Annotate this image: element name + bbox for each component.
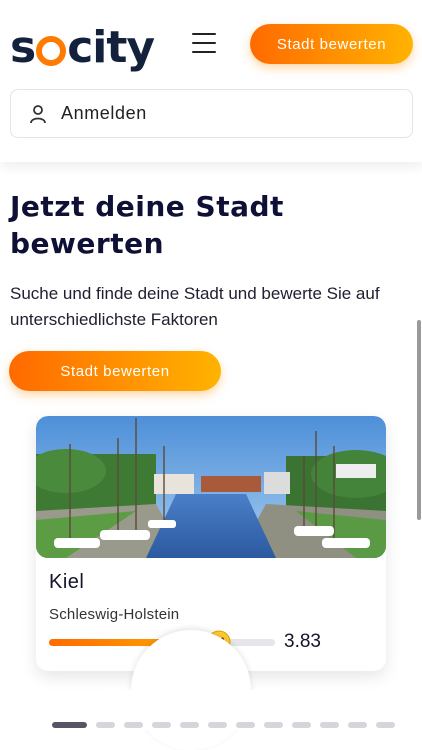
login-label: Anmelden <box>61 103 147 123</box>
carousel-dot[interactable] <box>292 722 311 728</box>
carousel-dot[interactable] <box>264 722 283 728</box>
user-icon <box>30 104 46 123</box>
scrollbar[interactable] <box>417 320 421 520</box>
logo-text-s: s <box>10 22 36 73</box>
carousel-dot[interactable] <box>208 722 227 728</box>
carousel-dot[interactable] <box>236 722 255 728</box>
carousel-dot[interactable] <box>152 722 171 728</box>
carousel-dot[interactable] <box>96 722 115 728</box>
logo-text-city: city <box>67 22 155 73</box>
carousel-dot[interactable] <box>180 722 199 728</box>
hero-title: Jetzt deine Stadt bewerten <box>10 190 284 260</box>
carousel-dot[interactable] <box>124 722 143 728</box>
header-rate-city-button[interactable]: Stadt bewerten <box>250 24 413 64</box>
carousel-dot[interactable] <box>348 722 367 728</box>
carousel-pagination <box>52 722 395 728</box>
city-name: Kiel <box>49 571 85 593</box>
site-header: s city Stadt bewerten Anmelden <box>0 0 422 162</box>
hero-rate-city-button[interactable]: Stadt bewerten <box>9 351 221 391</box>
carousel-dot[interactable] <box>320 722 339 728</box>
carousel-dot[interactable] <box>376 722 395 728</box>
hamburger-menu-icon[interactable] <box>192 33 216 53</box>
rating-value: 3.83 <box>284 631 321 652</box>
carousel-dot[interactable] <box>52 722 87 728</box>
logo-o-ring <box>36 36 67 66</box>
socity-logo[interactable]: s city <box>10 16 155 73</box>
hero-subtitle: Suche und finde deine Stadt und bewerte … <box>10 284 380 329</box>
city-region: Schleswig-Holstein <box>49 606 180 623</box>
city-photo <box>36 416 386 558</box>
login-button[interactable]: Anmelden <box>10 89 413 138</box>
